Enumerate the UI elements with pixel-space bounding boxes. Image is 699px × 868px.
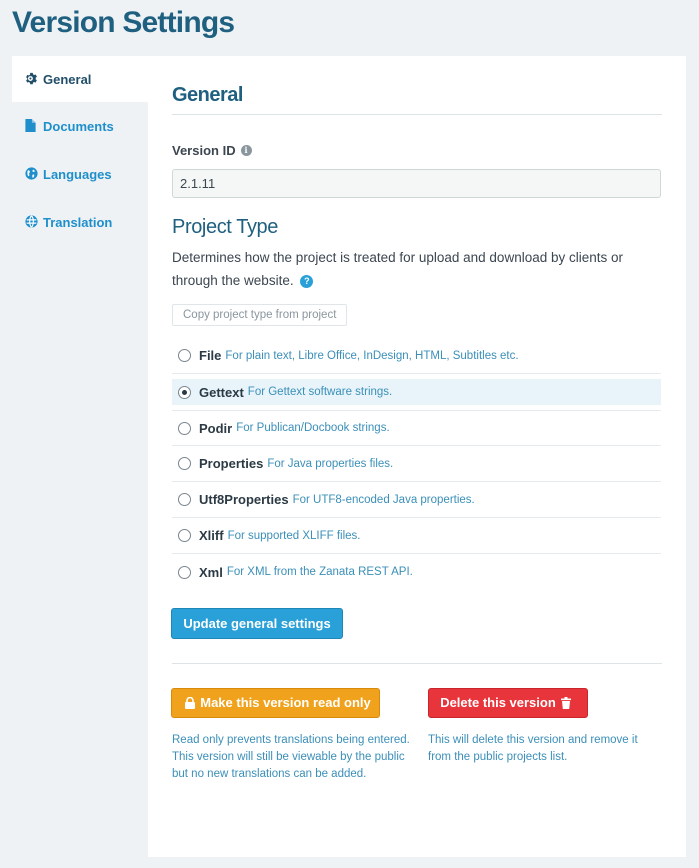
translation-icon: [25, 215, 39, 229]
project-type-heading: Project Type: [172, 216, 279, 238]
project-type-option-properties[interactable]: Properties For Java properties files.: [172, 446, 661, 482]
radio-button[interactable]: [178, 565, 191, 579]
info-icon[interactable]: i: [240, 145, 252, 156]
page-title: Version Settings: [12, 6, 235, 39]
option-name: Xml: [199, 564, 223, 580]
option-name: Xliff: [199, 528, 224, 543]
project-type-option-file[interactable]: File For plain text, Libre Office, InDes…: [172, 338, 661, 374]
project-type-option-gettext[interactable]: Gettext For Gettext software strings.: [172, 379, 661, 405]
read-only-label: Make this version read only: [200, 695, 371, 710]
project-type-description: Determines how the project is treated fo…: [172, 246, 652, 292]
project-type-option-xml[interactable]: Xml For XML from the Zanata REST API.: [172, 554, 661, 590]
sidebar-item-general[interactable]: General: [12, 56, 149, 102]
divider: [172, 663, 662, 664]
option-name: File: [199, 348, 222, 363]
option-name: Gettext: [199, 384, 244, 400]
make-read-only-button[interactable]: Make this version read only: [171, 688, 380, 718]
radio-button[interactable]: [178, 349, 191, 362]
sidebar-item-label: Languages: [43, 166, 112, 182]
option-description: For Gettext software strings.: [247, 386, 393, 398]
option-description: For supported XLIFF files.: [227, 529, 361, 542]
delete-version-button[interactable]: Delete this version: [428, 688, 588, 718]
option-description: For Java properties files.: [267, 457, 394, 470]
trash-icon: [560, 697, 571, 709]
sidebar-item-label: Translation: [43, 214, 113, 230]
help-icon[interactable]: ?: [300, 275, 314, 288]
radio-button-selected[interactable]: [178, 385, 191, 399]
document-icon: [25, 119, 39, 133]
sidebar-item-label: Documents: [43, 118, 114, 134]
read-only-note: Read only prevents translations being en…: [172, 734, 410, 780]
sidebar-item-label: General: [43, 71, 92, 87]
version-id-label: Version ID i: [172, 143, 252, 158]
radio-button[interactable]: [178, 529, 191, 542]
copy-project-type-button[interactable]: Copy project type from project: [172, 304, 348, 326]
radio-button[interactable]: [178, 493, 191, 506]
project-type-option-podir[interactable]: Podir For Publican/Docbook strings.: [172, 410, 661, 446]
option-description: For UTF8-encoded Java properties.: [292, 493, 475, 506]
divider: [172, 114, 662, 115]
project-type-option-utf8properties[interactable]: Utf8Properties For UTF8-encoded Java pro…: [172, 482, 661, 518]
update-general-settings-button[interactable]: Update general settings: [171, 608, 343, 639]
sidebar-item-languages[interactable]: Languages: [12, 150, 149, 198]
sidebar-item-translation[interactable]: Translation: [12, 198, 149, 246]
general-settings-panel: General Version ID i Project Type Determ…: [148, 56, 686, 857]
project-type-radio-list: File For plain text, Libre Office, InDes…: [172, 338, 661, 590]
project-type-option-xliff[interactable]: Xliff For supported XLIFF files.: [172, 518, 661, 554]
sidebar-item-documents[interactable]: Documents: [12, 102, 149, 150]
version-id-input[interactable]: [172, 169, 661, 198]
radio-button[interactable]: [178, 421, 191, 435]
option-name: Properties: [199, 456, 264, 471]
gear-icon: [25, 72, 39, 86]
delete-label: Delete this version: [440, 695, 556, 710]
option-description: For plain text, Libre Office, InDesign, …: [225, 349, 519, 362]
option-description: For Publican/Docbook strings.: [236, 422, 390, 434]
sidebar: General Documents Languages Translation: [12, 56, 149, 246]
radio-button[interactable]: [178, 457, 191, 470]
delete-note: This will delete this version and remove…: [428, 734, 638, 763]
lock-icon: [185, 697, 196, 709]
version-id-label-text: Version ID: [172, 143, 236, 158]
globe-icon: [25, 167, 39, 181]
option-description: For XML from the Zanata REST API.: [226, 566, 413, 578]
project-type-description-text: Determines how the project is treated fo…: [172, 250, 624, 288]
section-heading: General: [172, 84, 243, 106]
option-name: Utf8Properties: [199, 492, 289, 507]
option-name: Podir: [199, 420, 233, 436]
